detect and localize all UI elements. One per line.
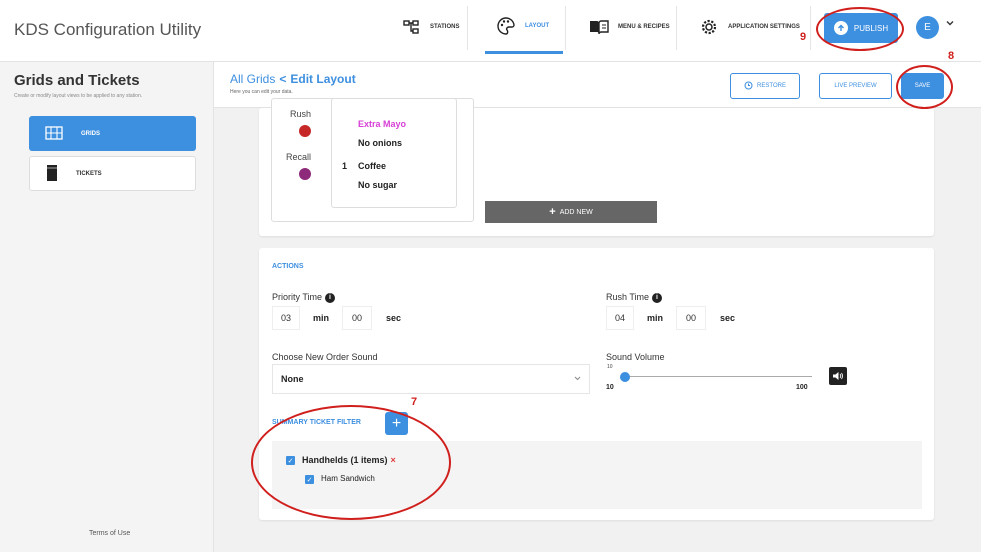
book-icon [588, 16, 610, 38]
annotation-ellipse-filter [251, 405, 451, 520]
tab-layout[interactable]: LAYOUT [485, 0, 563, 54]
app-title: KDS Configuration Utility [14, 20, 202, 39]
rush-time-label: Rush Time i [606, 292, 663, 303]
sidebar-item-label: GRIDS [81, 130, 101, 137]
ticket-line: Extra Mayo [358, 119, 407, 129]
annotation-number: 7 [411, 396, 418, 408]
tab-menu-recipes[interactable]: MENU & RECIPES [578, 0, 680, 54]
tab-stations-label: STATIONS [430, 24, 460, 30]
legend-rush-label: Rush [290, 109, 312, 119]
priority-seconds-unit: sec [386, 313, 402, 323]
ticket-line-qty: 1 [342, 161, 348, 171]
gear-icon [698, 16, 720, 38]
layout-preview-card: Rush Recall Extra Mayo No onions 1 Coffe… [259, 98, 934, 236]
tab-menu-label: MENU & RECIPES [618, 24, 670, 30]
restore-button[interactable]: RESTORE [730, 73, 800, 99]
order-sound-value: None [281, 374, 304, 384]
chevron-down-icon [574, 374, 581, 383]
grid-icon [45, 125, 63, 142]
annotation-number: 9 [800, 31, 807, 43]
page-subtitle: Here you can edit your data. [230, 89, 293, 95]
rush-time-text: Rush Time [606, 292, 650, 302]
rush-color-dot [299, 125, 311, 137]
divider [565, 6, 566, 50]
actions-title: ACTIONS [272, 263, 304, 270]
avatar[interactable]: E [916, 16, 939, 39]
palette-icon [495, 15, 517, 37]
rush-minutes-input[interactable]: 04 [606, 306, 634, 330]
chevron-down-icon[interactable] [946, 18, 954, 29]
priority-time-text: Priority Time [272, 292, 323, 302]
rush-minutes-unit: min [647, 313, 664, 323]
sidebar-item-grids[interactable]: GRIDS [29, 116, 196, 151]
sidebar-title: Grids and Tickets [14, 72, 140, 89]
ticket-line: No onions [358, 138, 402, 148]
speaker-icon[interactable] [829, 367, 847, 385]
annotation-ellipse-publish [816, 7, 904, 51]
tab-application-settings[interactable]: APPLICATION SETTINGS [688, 0, 810, 54]
volume-min-label: 10 [606, 384, 614, 391]
volume-max-label: 100 [796, 384, 808, 391]
ticket-line: No sugar [358, 180, 398, 190]
plus-icon: + [549, 206, 556, 218]
legend-recall-label: Recall [286, 152, 312, 162]
annotation-number: 8 [948, 50, 955, 62]
ticket-icon [46, 164, 58, 184]
priority-time-label: Priority Time i [272, 292, 336, 303]
sidebar: Grids and Tickets Create or modify layou… [0, 62, 214, 552]
divider [467, 6, 468, 50]
rush-seconds-input[interactable]: 00 [676, 306, 706, 330]
restore-label: RESTORE [757, 83, 786, 89]
live-preview-label: LIVE PREVIEW [834, 83, 877, 89]
sound-volume-label: Sound Volume [606, 352, 665, 362]
page-title: Edit Layout [290, 72, 356, 86]
info-icon[interactable]: i [325, 292, 336, 303]
breadcrumb: All Grids < Edit Layout [230, 72, 356, 86]
volume-slider-thumb[interactable] [620, 372, 630, 382]
breadcrumb-separator: < [279, 72, 287, 86]
sound-volume-value: 10 [607, 364, 613, 370]
breadcrumb-all-grids[interactable]: All Grids [230, 72, 275, 86]
priority-minutes-input[interactable]: 03 [272, 306, 300, 330]
volume-slider-track[interactable] [625, 376, 812, 377]
sidebar-item-tickets[interactable]: TICKETS [29, 156, 196, 191]
annotation-ellipse-save [896, 65, 953, 109]
rush-seconds-unit: sec [720, 313, 736, 323]
tab-stations[interactable]: STATIONS [390, 0, 469, 54]
sidebar-item-label: TICKETS [76, 170, 102, 177]
live-preview-button[interactable]: LIVE PREVIEW [819, 73, 892, 99]
tab-layout-label: LAYOUT [525, 22, 550, 29]
ticket-line: Coffee [358, 161, 387, 171]
priority-minutes-unit: min [313, 313, 330, 323]
sample-ticket [331, 98, 457, 208]
divider [810, 6, 811, 50]
sidebar-subtitle: Create or modify layout views to be appl… [14, 93, 143, 99]
priority-seconds-input[interactable]: 00 [342, 306, 372, 330]
order-sound-select[interactable]: None [272, 364, 590, 394]
tab-settings-label: APPLICATION SETTINGS [728, 24, 800, 30]
order-sound-label: Choose New Order Sound [272, 352, 378, 362]
divider [676, 6, 677, 50]
stations-icon [400, 16, 422, 38]
recall-color-dot [299, 168, 311, 180]
history-icon [744, 81, 753, 92]
add-new-label: ADD NEW [559, 208, 593, 216]
terms-of-use-link[interactable]: Terms of Use [89, 530, 130, 537]
add-new-button[interactable]: + ADD NEW [485, 201, 657, 223]
info-icon[interactable]: i [652, 292, 663, 303]
